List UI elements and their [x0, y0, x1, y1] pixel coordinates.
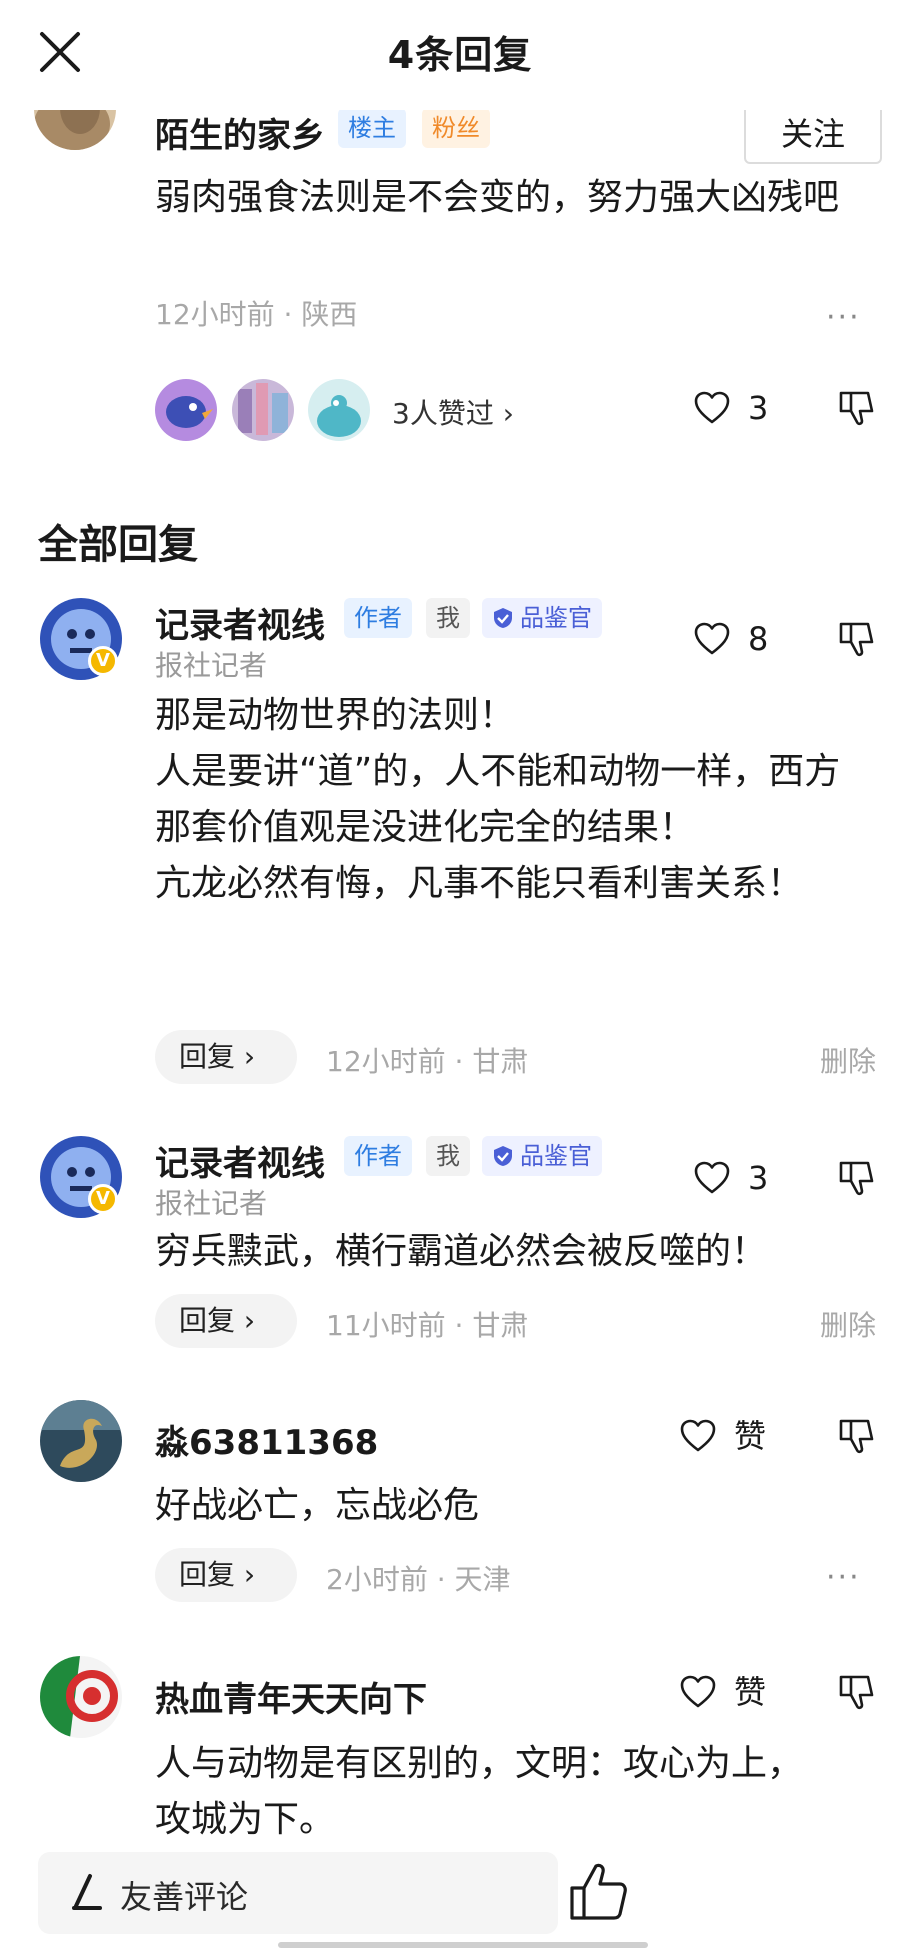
avatar-reply-author[interactable]: [40, 1656, 122, 1738]
reply-author-name[interactable]: 记录者视线: [155, 598, 325, 647]
comment-input-placeholder: 友善评论: [120, 1878, 249, 1916]
thumb-down-icon: [839, 391, 874, 426]
verified-v-badge: V: [88, 646, 118, 676]
like-button[interactable]: 3: [692, 386, 792, 430]
like-button[interactable]: 3: [692, 1156, 792, 1200]
tag-me: 我: [426, 598, 470, 638]
dislike-button[interactable]: [836, 1415, 878, 1457]
thumb-down-icon: [839, 1419, 874, 1454]
like-count: 赞: [734, 1673, 767, 1711]
tag-reviewer: 品鉴官: [482, 1136, 602, 1176]
reply-author-name[interactable]: 记录者视线: [155, 1136, 325, 1185]
page-title: 4条回复: [387, 33, 533, 77]
reply-text: 穷兵黩武，横行霸道必然会被反噬的！: [155, 1231, 768, 1272]
avatar-reply-author[interactable]: [40, 1400, 122, 1482]
heart-icon: [694, 622, 730, 655]
tag-author: 作者: [344, 598, 412, 638]
reply-author-subtitle: 报社记者: [155, 649, 268, 682]
delete-button[interactable]: 删除: [820, 1304, 876, 1344]
heart-icon: [694, 1161, 730, 1194]
dislike-button[interactable]: [836, 1671, 878, 1713]
reply-author-subtitle: 报社记者: [155, 1187, 268, 1220]
like-button[interactable]: 8: [692, 617, 792, 661]
like-count: 8: [748, 620, 769, 658]
main-comment-meta: 12小时前 · 陕西: [155, 298, 358, 331]
reply-text: 好战必亡，忘战必危: [155, 1485, 480, 1526]
like-count: 赞: [734, 1417, 767, 1455]
reply-author-name[interactable]: 淼63811368: [155, 1415, 378, 1464]
liker-avatar[interactable]: [232, 379, 294, 441]
like-button[interactable]: 赞: [678, 1670, 788, 1714]
heart-icon: [694, 391, 730, 424]
top-bar: 4条回复: [0, 0, 920, 110]
liker-avatar[interactable]: [155, 379, 217, 441]
main-comment-location: 陕西: [301, 298, 358, 331]
thumb-down-icon: [839, 1161, 874, 1196]
heart-icon: [680, 1675, 716, 1708]
reply-meta: 12小时前 · 甘肃: [326, 1045, 529, 1078]
likers-link[interactable]: 3人赞过 ›: [392, 392, 514, 432]
main-author-name[interactable]: 陌生的家乡: [155, 108, 325, 157]
main-comment-text: 弱肉强食法则是不会变的，努力强大凶残吧: [155, 177, 840, 218]
like-count: 3: [748, 1159, 769, 1197]
dislike-button[interactable]: [836, 387, 878, 429]
tag-fan: 粉丝: [422, 108, 490, 148]
more-options-button[interactable]: ···: [826, 1560, 861, 1595]
reply-text: 那是动物世界的法则！ 人是要讲“道”的，人不能和动物一样，西方那套价值观是没进化…: [155, 695, 841, 904]
more-options-button[interactable]: ···: [826, 300, 861, 335]
reply-button[interactable]: 回复 ›: [155, 1030, 297, 1084]
reply-meta: 11小时前 · 甘肃: [326, 1309, 529, 1342]
tag-op: 楼主: [338, 108, 406, 148]
verified-shield-icon: [494, 1146, 512, 1166]
tag-me: 我: [426, 1136, 470, 1176]
like-button[interactable]: 赞: [678, 1414, 788, 1458]
tag-reviewer: 品鉴官: [482, 598, 602, 638]
verified-v-badge: V: [88, 1184, 118, 1214]
thumb-down-icon: [839, 1675, 874, 1710]
heart-icon: [680, 1419, 716, 1452]
tag-author: 作者: [344, 1136, 412, 1176]
all-replies-title: 全部回复: [38, 522, 198, 568]
reply-button[interactable]: 回复 ›: [155, 1294, 297, 1348]
dislike-button[interactable]: [836, 1157, 878, 1199]
reply-text: 人与动物是有区别的，文明：攻心为上，攻城为下。: [155, 1743, 804, 1840]
like-count: 3: [748, 389, 769, 427]
comment-input[interactable]: 友善评论: [38, 1852, 558, 1934]
thumb-down-icon: [839, 622, 874, 657]
main-comment-time: 12小时前: [155, 298, 275, 331]
reply-button[interactable]: 回复 ›: [155, 1548, 297, 1602]
home-indicator: [278, 1942, 648, 1948]
delete-button[interactable]: 删除: [820, 1040, 876, 1080]
liker-avatar[interactable]: [308, 379, 370, 441]
reply-author-name[interactable]: 热血青年天天向下: [155, 1672, 427, 1721]
dislike-button[interactable]: [836, 618, 878, 660]
thumb-up-icon: [570, 1863, 627, 1920]
follow-button[interactable]: 关注: [744, 104, 882, 164]
pen-icon: [72, 1874, 102, 1910]
verified-shield-icon: [494, 608, 512, 628]
comment-input-bar: 友善评论: [38, 1852, 908, 1946]
thumb-up-button[interactable]: [566, 1860, 630, 1924]
reply-meta: 2小时前 · 天津: [326, 1563, 511, 1596]
